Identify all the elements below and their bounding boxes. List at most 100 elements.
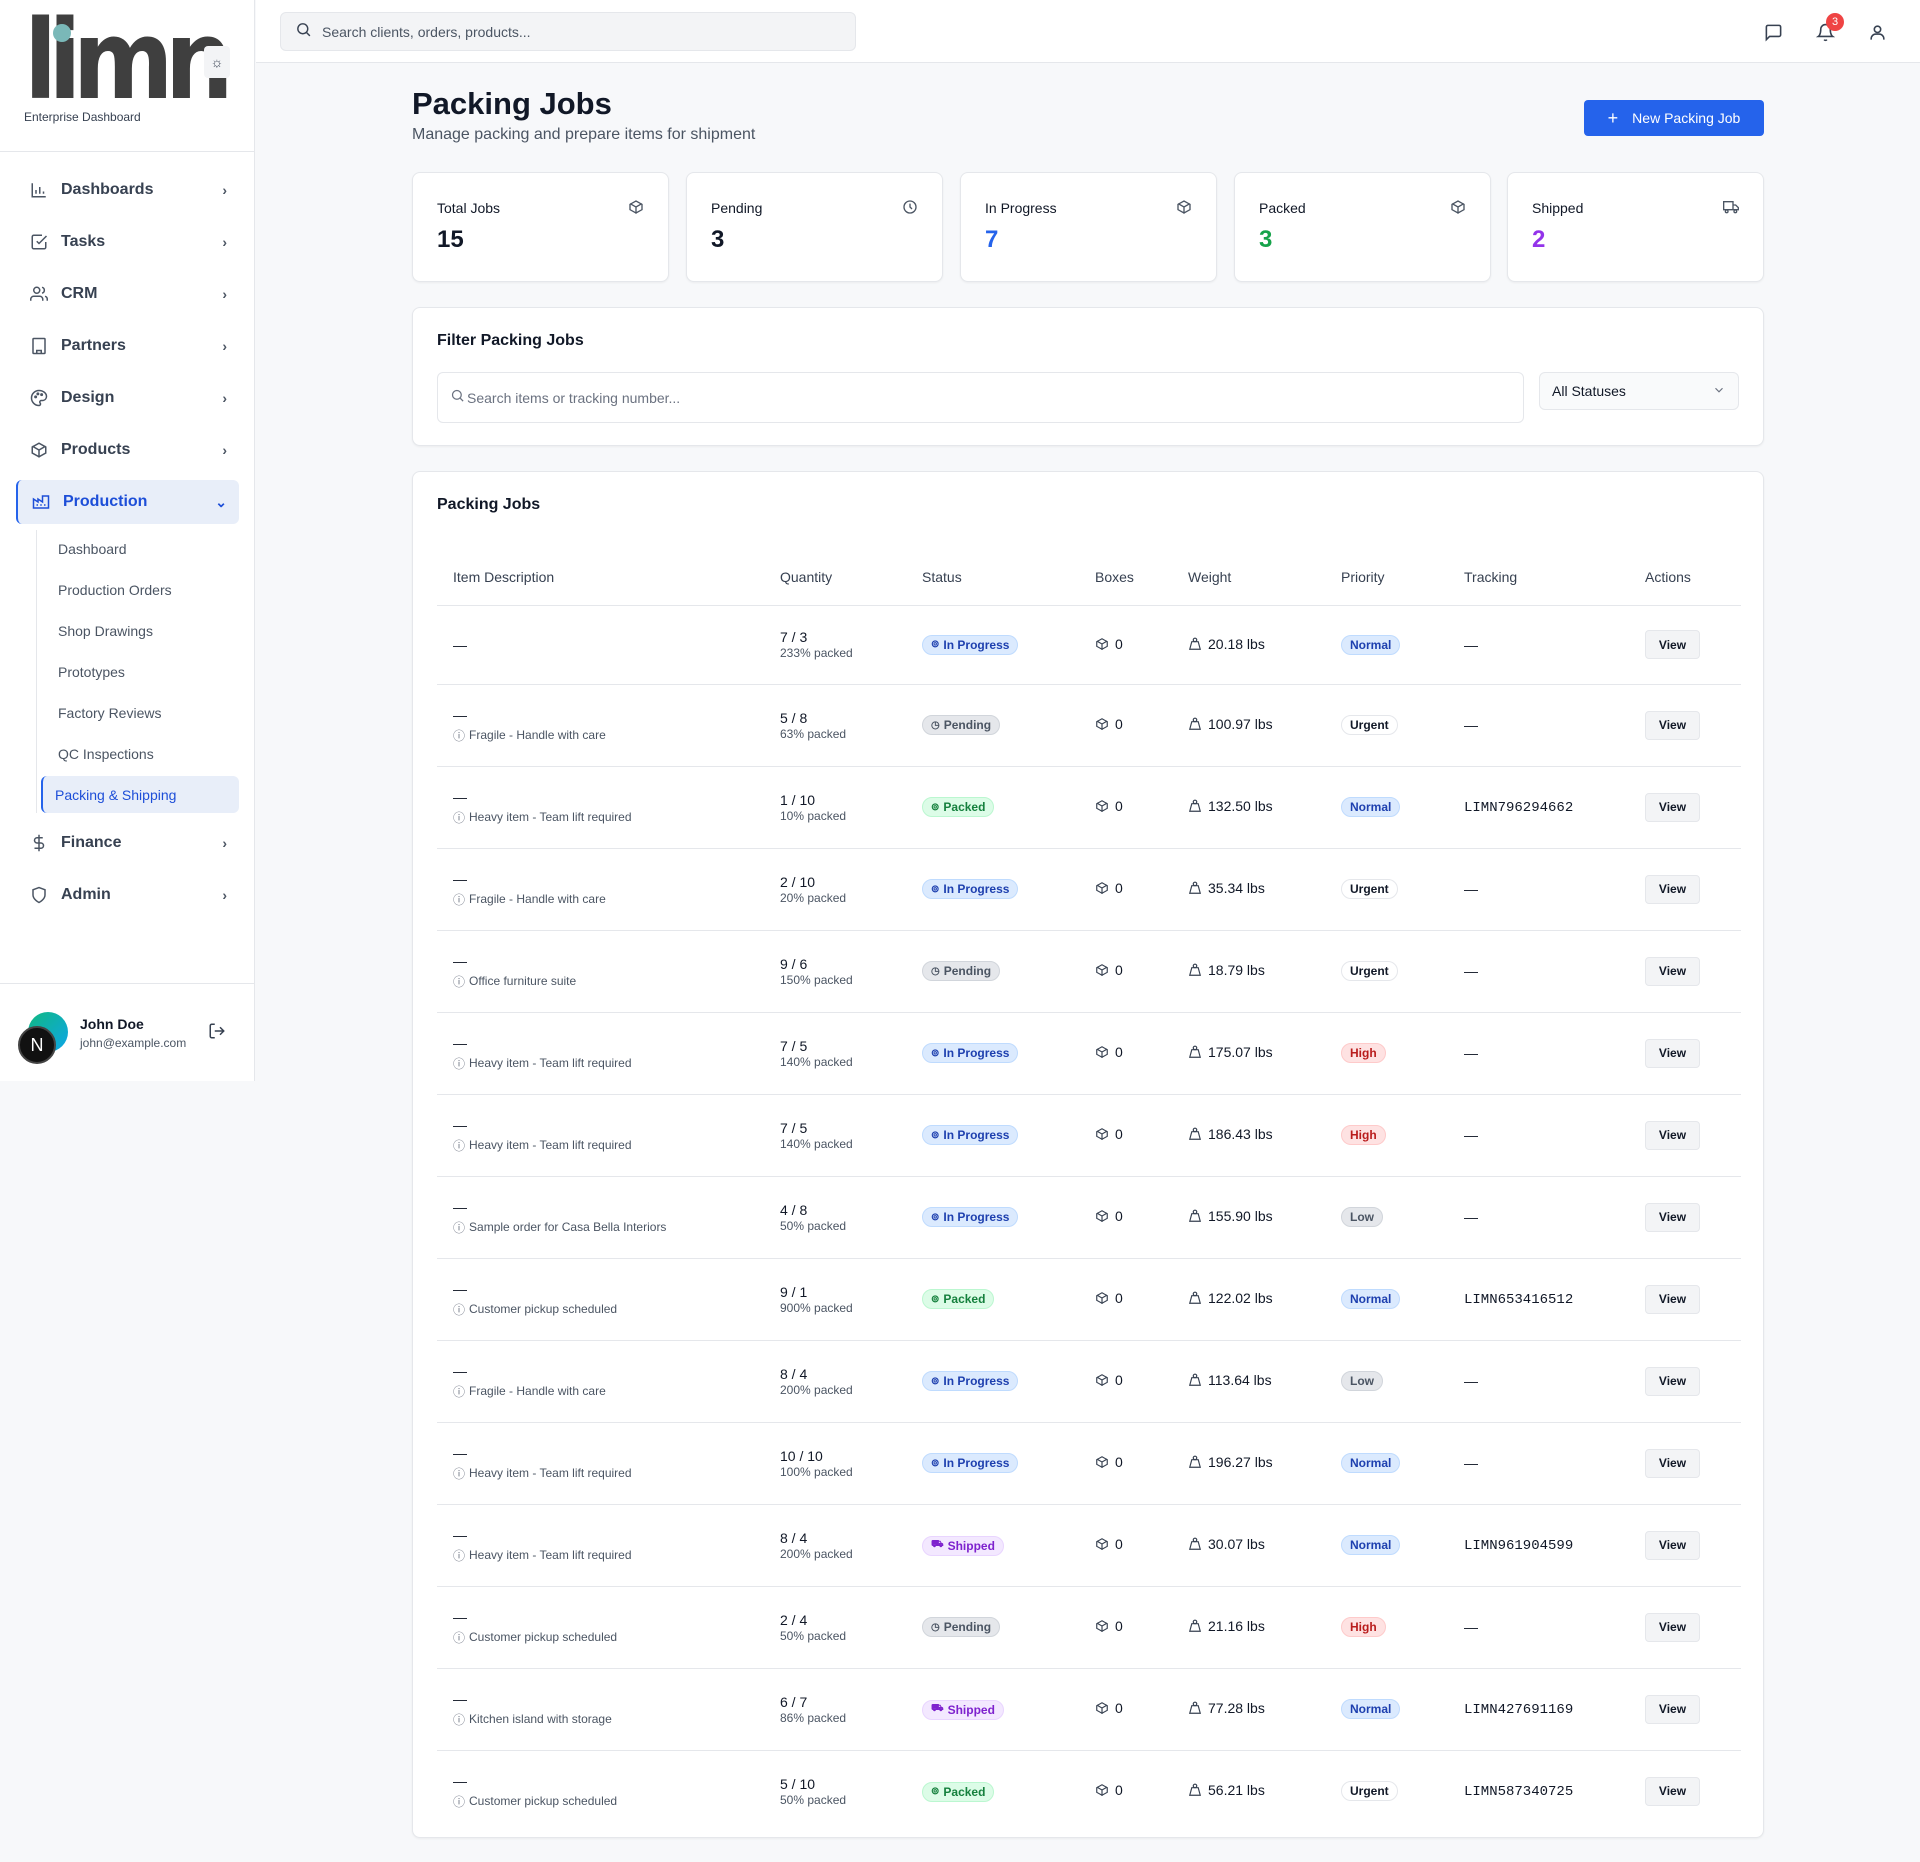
theme-toggle-button[interactable]: ☼ [204, 46, 230, 78]
cell-tracking: — [1448, 1422, 1629, 1505]
sidebar-item-finance[interactable]: Finance › [16, 821, 239, 865]
production-subnav: Dashboard Production Orders Shop Drawing… [36, 530, 239, 813]
view-button[interactable]: View [1645, 874, 1700, 904]
subnav-item-factory-reviews[interactable]: Factory Reviews [37, 694, 239, 731]
priority-text: Urgent [1350, 718, 1389, 732]
cell-boxes: 0 [1079, 1586, 1172, 1669]
view-button[interactable]: View [1645, 956, 1700, 986]
info-icon: ⓘ [453, 1302, 466, 1317]
cell-quantity: 5 / 10 50% packed [764, 1750, 906, 1832]
weight-icon [1188, 1783, 1202, 1797]
item-description: — [453, 706, 467, 723]
new-packing-job-button[interactable]: + New Packing Job [1584, 100, 1764, 136]
user-name: John Doe [80, 1016, 144, 1032]
cell-actions: View [1629, 1422, 1741, 1505]
subnav-item-shop-drawings[interactable]: Shop Drawings [37, 612, 239, 649]
subnav-item-packing-shipping[interactable]: Packing & Shipping [41, 776, 239, 813]
priority-text: Low [1350, 1374, 1374, 1388]
filter-title: Filter Packing Jobs [437, 332, 584, 349]
message-icon[interactable] [1762, 21, 1784, 43]
logout-icon[interactable] [208, 1022, 226, 1045]
boxes-value: 0 [1115, 716, 1123, 732]
priority-text: Urgent [1350, 1784, 1389, 1799]
global-search-input[interactable]: Search clients, orders, products... [280, 12, 856, 51]
cell-quantity: 9 / 6 150% packed [764, 930, 906, 1013]
subnav-item-production-orders[interactable]: Production Orders [37, 571, 239, 608]
cell-status: ⊚ Packed [906, 1750, 1079, 1832]
cell-boxes: 0 [1079, 1176, 1172, 1259]
cell-actions: View [1629, 1012, 1741, 1095]
view-button[interactable]: View [1645, 1612, 1700, 1642]
view-button[interactable]: View [1645, 1038, 1700, 1068]
priority-badge: High [1341, 1617, 1386, 1637]
priority-badge: High [1341, 1125, 1386, 1145]
sidebar-item-partners[interactable]: Partners › [16, 324, 239, 368]
sidebar-item-label: Partners [61, 337, 126, 354]
view-button[interactable]: View [1645, 1530, 1700, 1560]
priority-badge: Low [1341, 1207, 1383, 1227]
status-badge: ⊚ Packed [922, 1781, 995, 1802]
sidebar-item-design[interactable]: Design › [16, 376, 239, 420]
status-badge: ◷ Pending [922, 961, 1001, 982]
priority-badge: Urgent [1341, 715, 1398, 735]
stat-label: Pending [711, 200, 763, 216]
item-description: — [453, 1608, 467, 1625]
bell-icon[interactable]: 3 [1814, 13, 1844, 43]
sidebar: limn Enterprise Dashboard ☼ Dashboards ›… [0, 0, 255, 1081]
cell-boxes: 0 [1079, 930, 1172, 1013]
subnav-item-prototypes[interactable]: Prototypes [37, 653, 239, 690]
weight-icon [1188, 637, 1202, 651]
boxes-value: 0 [1115, 1454, 1123, 1470]
sidebar-item-admin[interactable]: Admin › [16, 873, 239, 917]
tracking-value: — [1464, 1127, 1478, 1143]
view-button[interactable]: View [1645, 1202, 1700, 1232]
view-button[interactable]: View [1645, 1448, 1700, 1478]
subnav-item-qc-inspections[interactable]: QC Inspections [37, 735, 239, 772]
cell-status: ⊚ In Progress [906, 605, 1079, 685]
view-button[interactable]: View [1645, 1366, 1700, 1396]
sidebar-item-tasks[interactable]: Tasks › [16, 220, 239, 264]
item-description: — [453, 1362, 467, 1379]
priority-text: High [1350, 1128, 1377, 1142]
table-row: — ⓘ Fragile - Handle with care 2 / 10 20% p… [437, 848, 1741, 931]
sun-icon: ☼ [210, 54, 224, 70]
cell-status: ⊚ Packed [906, 1258, 1079, 1341]
boxes-value: 0 [1115, 1782, 1123, 1799]
plus-icon: + [1607, 107, 1619, 128]
view-button[interactable]: View [1645, 1694, 1700, 1724]
weight-icon [1188, 717, 1202, 731]
status-icon: ⛟ [931, 1703, 944, 1715]
table-row: — ⓘ Customer pickup scheduled 9 / 1 900% pa… [437, 1258, 1741, 1341]
cell-priority: Low [1325, 1176, 1448, 1259]
chevron-right-icon: › [222, 182, 227, 198]
priority-badge: Urgent [1341, 1781, 1398, 1802]
weight-value: 21.16 lbs [1208, 1618, 1265, 1634]
quantity-value: 7 / 5 [780, 1037, 808, 1054]
subnav-item-dashboard[interactable]: Dashboard [37, 530, 239, 567]
package-icon [628, 199, 644, 220]
search-icon [450, 388, 465, 408]
filter-search-input[interactable]: Search items or tracking number... [437, 372, 1524, 423]
view-button[interactable]: View [1645, 1284, 1700, 1314]
weight-value: 35.34 lbs [1208, 880, 1265, 896]
view-button[interactable]: View [1645, 1776, 1700, 1806]
user-icon[interactable] [1866, 21, 1888, 43]
chevron-right-icon: › [222, 442, 227, 458]
cell-quantity: 8 / 4 200% packed [764, 1504, 906, 1587]
avatar[interactable]: N [18, 1012, 70, 1064]
tracking-value: — [1464, 636, 1478, 653]
cell-boxes: 0 [1079, 766, 1172, 849]
notification-badge: 3 [1826, 13, 1844, 31]
status-select[interactable]: All Statuses [1539, 372, 1739, 410]
priority-badge: Normal [1341, 797, 1401, 817]
view-button[interactable]: View [1645, 710, 1700, 740]
sidebar-item-production[interactable]: Production ⌄ [16, 480, 239, 524]
view-button[interactable]: View [1645, 792, 1700, 822]
sidebar-item-products[interactable]: Products › [16, 428, 239, 472]
view-button[interactable]: View [1645, 630, 1700, 659]
cell-actions: View [1629, 1504, 1741, 1587]
view-button[interactable]: View [1645, 1120, 1700, 1150]
priority-text: Urgent [1350, 882, 1389, 896]
sidebar-item-crm[interactable]: CRM › [16, 272, 239, 316]
sidebar-item-dashboards[interactable]: Dashboards › [16, 168, 239, 212]
